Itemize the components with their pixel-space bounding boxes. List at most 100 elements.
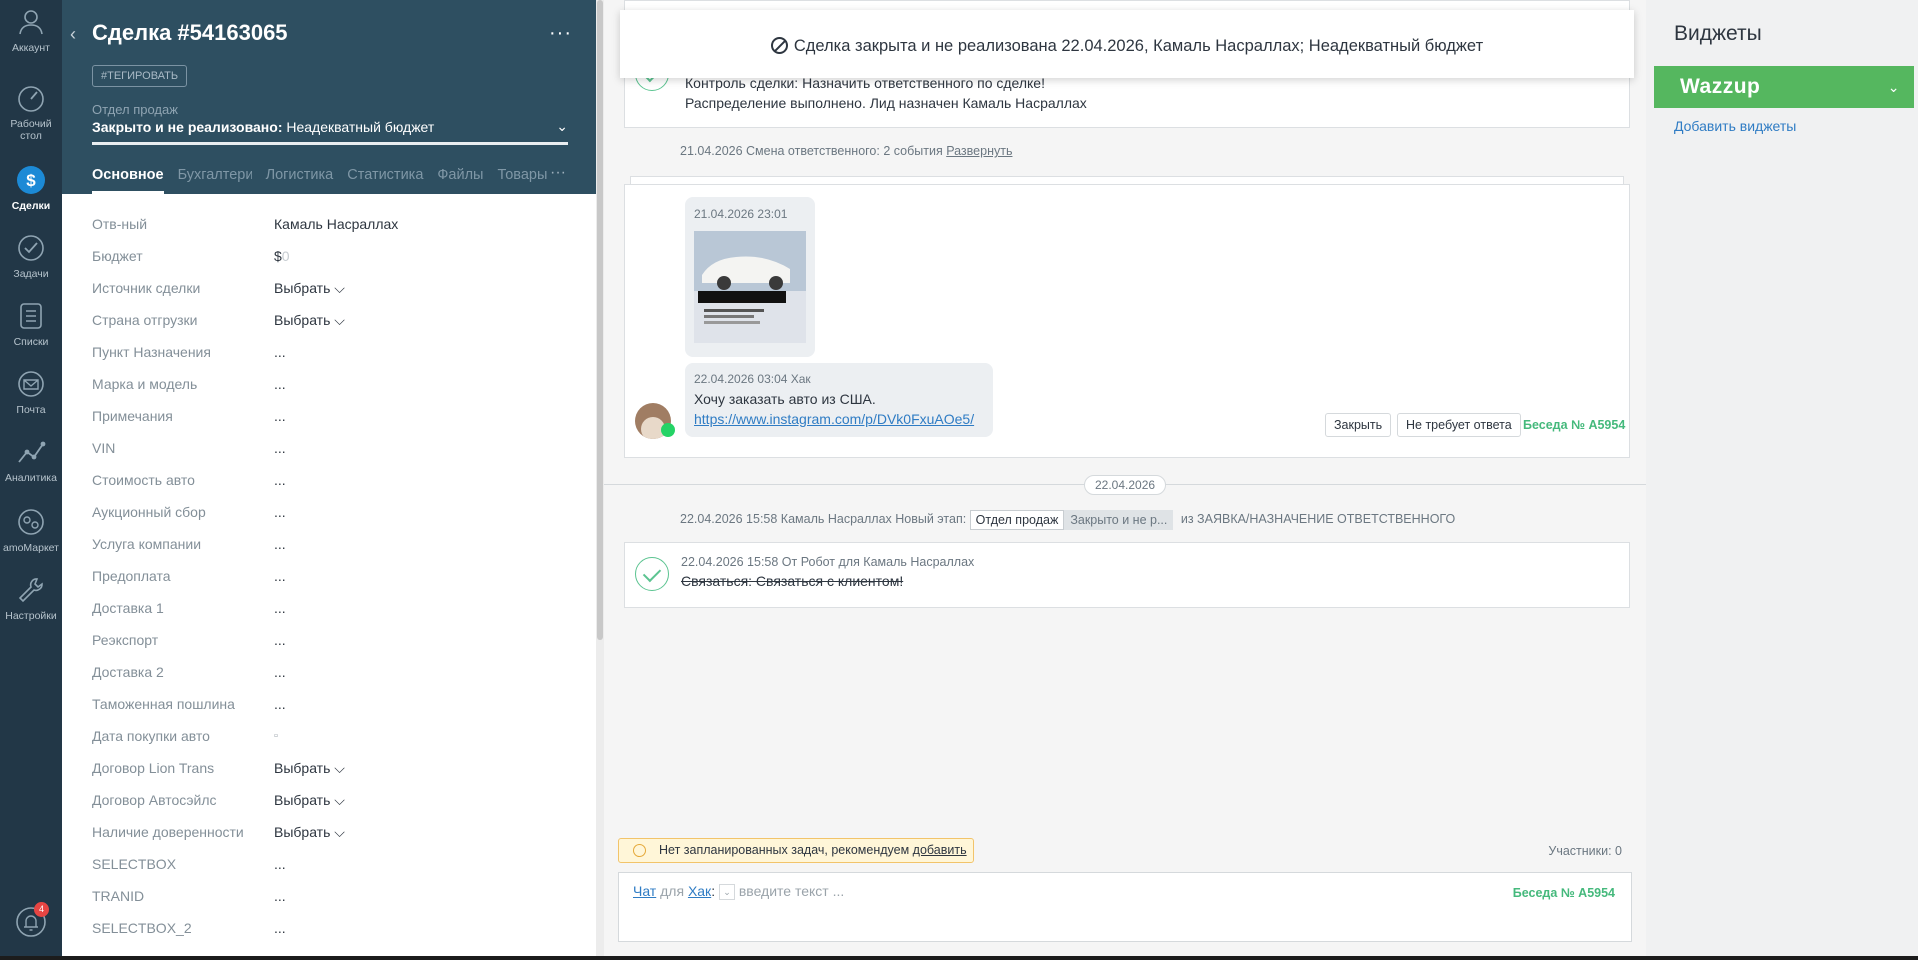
field-select[interactable]: Выбрать ⌵ <box>274 752 345 784</box>
field-value[interactable]: Камаль Насраллах <box>274 208 398 240</box>
field-row: Доставка 2... <box>92 656 562 688</box>
nav-deals[interactable]: $ Сделки <box>0 164 62 212</box>
nav-notifications[interactable]: 4 <box>0 902 62 942</box>
message-link[interactable]: https://www.instagram.com/p/DVk0FxuAOe5/ <box>694 411 974 427</box>
field-label: Услуга компании <box>92 536 202 552</box>
closed-deal-banner: Сделка закрыта и не реализована 22.04.20… <box>620 10 1634 78</box>
field-select[interactable]: Выбрать ⌵ <box>274 784 345 816</box>
tasks-icon <box>18 235 44 261</box>
field-value[interactable]: ... <box>274 400 286 432</box>
field-label: Стоимость авто <box>92 472 195 488</box>
field-value[interactable]: ... <box>274 880 286 912</box>
field-label: Источник сделки <box>92 280 201 296</box>
field-value[interactable]: $0 <box>274 240 290 272</box>
field-value[interactable]: ... <box>274 336 286 368</box>
stage-change-note: 22.04.2026 15:58 Камаль Насраллах Новый … <box>680 508 1455 530</box>
nav-settings[interactable]: Настройки <box>0 574 62 622</box>
field-value[interactable]: ... <box>274 656 286 688</box>
task-text: Связаться: Связаться с клиентом! <box>681 573 904 589</box>
field-select[interactable]: Выбрать ⌵ <box>274 816 345 848</box>
tab-files[interactable]: Файлы <box>437 164 483 194</box>
chevron-down-icon[interactable]: ⌄ <box>1888 66 1900 108</box>
field-value[interactable]: ... <box>274 432 286 464</box>
nav-lists[interactable]: Списки <box>0 300 62 348</box>
nav-account[interactable]: Аккаунт <box>0 6 62 54</box>
field-row: Дата покупки авто ▫ <box>92 720 562 752</box>
blocked-icon <box>770 37 788 54</box>
task-meta: 22.04.2026 15:58 От Робот для Камаль Нас… <box>681 555 975 569</box>
nav-dashboard[interactable]: Рабочий стол <box>0 82 62 142</box>
nav-analytics[interactable]: Аналитика <box>0 436 62 484</box>
more-menu-icon[interactable]: ··· <box>549 22 572 45</box>
close-conversation-button[interactable]: Закрыть <box>1325 413 1392 437</box>
message-meta: 22.04.2026 03:04 Хак <box>694 372 811 386</box>
field-value[interactable]: ... <box>274 560 286 592</box>
field-row: Бюджет $0 <box>92 240 562 272</box>
nav-label: Аккаунт <box>11 42 50 54</box>
deal-card: ‹ Сделка #54163065 ··· #ТЕГИРОВАТЬ Отдел… <box>62 0 596 960</box>
back-arrow-icon[interactable]: ‹ <box>70 24 76 45</box>
deal-fields: Отв-ный Камаль Насраллах Бюджет $0 Источни… <box>92 208 562 944</box>
tab-logistics[interactable]: Логистика <box>266 164 334 194</box>
field-value[interactable]: ... <box>274 528 286 560</box>
deal-status[interactable]: Закрыто и не реализовано: Неадекватный б… <box>92 119 434 135</box>
field-select[interactable]: Выбрать ⌵ <box>274 304 345 336</box>
field-value[interactable]: ... <box>274 848 286 880</box>
stack-edge <box>630 176 1624 184</box>
field-value[interactable]: ... <box>274 688 286 720</box>
check-circle-icon[interactable] <box>635 557 669 591</box>
field-label: VIN <box>92 440 116 456</box>
chevron-down-icon[interactable]: ⌄ <box>556 118 568 135</box>
calendar-icon[interactable]: ▫ <box>274 720 278 752</box>
stage-prefix: 22.04.2026 15:58 Камаль Насраллах Новый … <box>680 512 967 526</box>
field-select[interactable]: Выбрать ⌵ <box>274 272 345 304</box>
chat-mode-link[interactable]: Чат <box>633 883 656 899</box>
stage-chip-pipeline: Отдел продаж <box>969 509 1065 530</box>
deals-icon: $ <box>17 166 45 194</box>
chevron-down-icon[interactable]: ⌄ <box>718 884 735 901</box>
field-row: Предоплата... <box>92 560 562 592</box>
budget-value: 0 <box>281 248 290 264</box>
field-value[interactable]: ... <box>274 464 286 496</box>
field-label: Договор Автосэйлс <box>92 792 217 808</box>
tabs-more-icon[interactable]: ··· <box>550 164 566 182</box>
expand-link[interactable]: Развернуть <box>946 144 1012 158</box>
nav-tasks[interactable]: Задачи <box>0 232 62 280</box>
tab-main[interactable]: Основное <box>92 164 164 194</box>
field-value[interactable]: ... <box>274 624 286 656</box>
field-label: Предоплата <box>92 568 171 584</box>
add-task-link[interactable]: добавить <box>913 843 967 857</box>
tag-button[interactable]: #ТЕГИРОВАТЬ <box>92 65 188 87</box>
tab-accounting[interactable]: Бухгалтерия <box>178 164 252 194</box>
field-value[interactable]: ... <box>274 912 286 944</box>
tab-products[interactable]: Товары <box>497 164 547 194</box>
composer-conversation-link[interactable]: Беседа № A5954 <box>1513 886 1615 900</box>
chat-input[interactable]: введите текст ... <box>739 883 844 899</box>
field-value[interactable]: ... <box>274 496 286 528</box>
dashboard-icon <box>18 86 44 112</box>
conversation-link[interactable]: Беседа № A5954 <box>1523 418 1625 432</box>
card-scroll-thumb[interactable] <box>597 0 603 640</box>
field-row: Услуга компании... <box>92 528 562 560</box>
tab-statistics[interactable]: Статистика <box>347 164 423 194</box>
field-label: Доставка 1 <box>92 600 164 616</box>
card-scrollbar[interactable] <box>596 0 604 960</box>
field-label: Пункт Назначения <box>92 344 211 360</box>
image-message: 21.04.2026 23:01 <box>685 197 815 357</box>
car-photo-thumbnail[interactable] <box>694 231 806 343</box>
participants-count[interactable]: Участники: 0 <box>1548 844 1622 858</box>
wazzup-widget[interactable]: Wazzup ⌄ <box>1654 66 1914 108</box>
field-row: Таможенная пошлина... <box>92 688 562 720</box>
field-value[interactable]: ... <box>274 592 286 624</box>
chat-recipient-link[interactable]: Хак <box>688 883 711 899</box>
market-icon <box>18 509 44 535</box>
field-label: Примечания <box>92 408 173 424</box>
deal-card-header: ‹ Сделка #54163065 ··· #ТЕГИРОВАТЬ Отдел… <box>62 0 596 194</box>
no-reply-button[interactable]: Не требует ответа <box>1397 413 1521 437</box>
chat-thread-box: 21.04.2026 23:01 22.04.2026 03:04 Хак Хо… <box>624 184 1630 458</box>
field-value[interactable]: ... <box>274 368 286 400</box>
settings-icon <box>18 578 43 603</box>
add-widgets-link[interactable]: Добавить виджеты <box>1674 118 1796 134</box>
nav-mail[interactable]: Почта <box>0 368 62 416</box>
nav-market[interactable]: amoМаркет <box>0 506 62 554</box>
